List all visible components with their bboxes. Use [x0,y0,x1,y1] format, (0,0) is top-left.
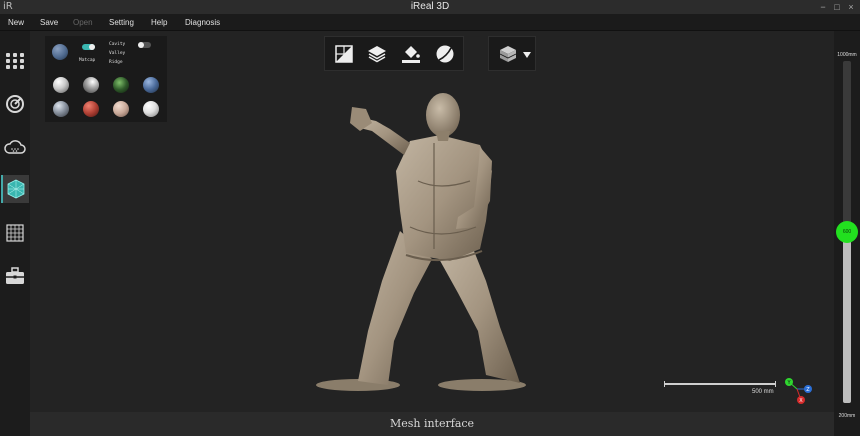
menu-open[interactable]: Open [73,14,93,31]
matcap-swatch[interactable] [113,77,129,93]
split-view-button[interactable] [333,43,355,65]
minimize-button[interactable]: − [816,0,830,14]
sphere-shade-icon [436,45,454,63]
shading-button[interactable] [434,43,456,65]
scale-label: 500 mm [752,389,774,395]
mesh-cube-icon [7,179,25,199]
cavity-toggle[interactable] [138,42,151,48]
toolbox-icon [6,267,24,284]
slider-max-label: 1000mm [837,52,857,58]
cube-layers-icon [499,46,517,62]
material-preview[interactable] [52,44,68,60]
matcap-toggle[interactable] [82,44,95,50]
menu-setting[interactable]: Setting [109,14,134,31]
option-valley: Valley [109,51,126,56]
axis-gizmo: Y Z X [785,378,812,404]
scale-bar [664,381,776,387]
view-toolbar [324,36,464,71]
title-bar: iR iReal 3D − □ × [0,0,860,14]
menu-bar: New Save Open Setting Help Diagnosis [0,14,860,31]
sidebar-item-scan-mode[interactable] [1,47,29,75]
app-window: iR iReal 3D − □ × New Save Open Setting … [0,0,860,436]
status-text: Mesh interface [389,417,475,430]
menu-help[interactable]: Help [151,14,167,31]
split-view-icon [335,45,353,63]
option-ridge: Ridge [109,60,123,65]
chevron-down-icon [523,52,531,58]
close-button[interactable]: × [844,0,858,14]
material-panel: Matcap Cavity Valley Ridge [45,36,167,122]
sidebar-item-point-cloud[interactable] [1,133,29,161]
menu-diagnosis[interactable]: Diagnosis [185,14,220,31]
layers-icon [368,46,386,63]
menu-new[interactable]: New [8,14,24,31]
scan-target-icon [6,95,24,113]
menu-save[interactable]: Save [40,14,58,31]
matcap-swatch[interactable] [53,77,69,93]
depth-slider-knob[interactable]: 600 [836,221,858,243]
sidebar-item-tools[interactable] [1,262,29,290]
paint-fill-button[interactable] [400,43,422,65]
sidebar-item-scan[interactable] [1,90,29,118]
matcap-swatch[interactable] [143,101,159,117]
matcap-label: Matcap [79,58,96,63]
status-bar: Mesh interface [30,412,834,436]
texture-grid-icon [6,224,24,242]
depth-slider-panel: 1000mm 600 200mm [834,31,860,436]
left-sidebar [0,31,30,436]
window-title: iReal 3D [410,1,450,12]
matcap-swatch[interactable] [113,101,129,117]
axis-x-label: X [799,398,803,404]
sidebar-item-texture[interactable] [1,219,29,247]
matcap-swatch[interactable] [83,101,99,117]
slider-min-label: 200mm [838,413,856,419]
paint-fill-icon [402,46,420,63]
depth-slider-fill [843,232,851,403]
sidebar-item-mesh[interactable] [1,175,29,203]
layer-dropdown[interactable] [488,36,536,71]
matcap-swatch[interactable] [83,77,99,93]
option-cavity: Cavity [109,42,126,47]
grid-dots-icon [6,53,24,69]
maximize-button[interactable]: □ [830,0,844,14]
matcap-swatch[interactable] [53,101,69,117]
cloud-icon [4,140,26,154]
axis-z-label: Z [806,387,810,393]
layers-button[interactable] [366,43,388,65]
matcap-swatch[interactable] [143,77,159,93]
